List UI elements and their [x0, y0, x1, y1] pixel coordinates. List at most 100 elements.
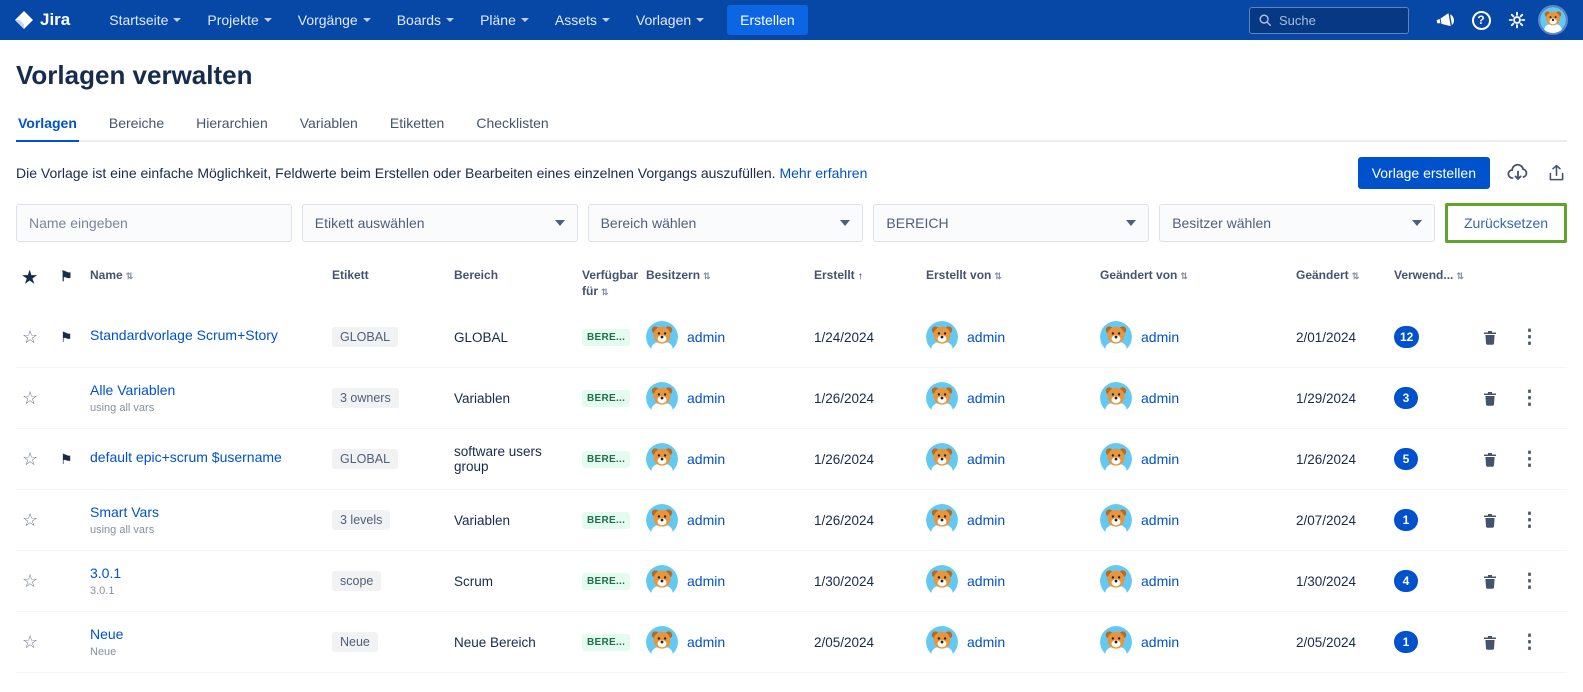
nav-item-vorgaenge[interactable]: Vorgänge — [287, 0, 382, 40]
usage-count-badge[interactable]: 3 — [1394, 387, 1418, 409]
create-issue-button[interactable]: Erstellen — [727, 5, 808, 35]
tab-etiketten[interactable]: Etiketten — [388, 109, 446, 142]
usage-count-badge[interactable]: 4 — [1394, 570, 1418, 592]
usage-count-badge[interactable]: 1 — [1394, 631, 1418, 653]
chevron-down-icon — [263, 18, 272, 22]
column-header-name[interactable]: Name ⇅ — [90, 267, 332, 283]
modifier-link[interactable]: admin — [1141, 573, 1179, 589]
column-header-erstellt[interactable]: Erstellt ↑ — [814, 267, 926, 284]
favorite-star-icon[interactable]: ☆ — [22, 571, 38, 591]
template-name-link[interactable]: Alle Variablen — [90, 382, 324, 398]
usage-count-badge[interactable]: 12 — [1394, 326, 1420, 348]
creator-link[interactable]: admin — [967, 451, 1005, 467]
help-button[interactable]: ? — [1465, 4, 1497, 36]
column-header-geaendert-von[interactable]: Geändert von ⇅ — [1100, 267, 1296, 283]
name-filter-input[interactable] — [16, 204, 292, 242]
nav-item-boards[interactable]: Boards — [386, 0, 465, 40]
more-actions-button[interactable]: ⋮ — [1520, 511, 1539, 530]
nav-item-plaene[interactable]: Pläne — [469, 0, 540, 40]
more-actions-button[interactable]: ⋮ — [1520, 328, 1539, 347]
learn-more-link[interactable]: Mehr erfahren — [779, 165, 867, 181]
modifier-link[interactable]: admin — [1141, 451, 1179, 467]
modifier-link[interactable]: admin — [1141, 512, 1179, 528]
creator-link[interactable]: admin — [967, 390, 1005, 406]
availability-badge: BERE... — [582, 573, 631, 590]
template-name-link[interactable]: 3.0.1 — [90, 565, 324, 581]
favorite-star-icon[interactable]: ☆ — [22, 632, 38, 652]
template-name-link[interactable]: default epic+scrum $username — [90, 449, 324, 465]
delete-button[interactable] — [1482, 390, 1498, 407]
export-templates-button[interactable] — [1546, 163, 1567, 184]
flag-icon[interactable]: ⚑ — [60, 329, 73, 345]
modifier-link[interactable]: admin — [1141, 390, 1179, 406]
usage-count-badge[interactable]: 1 — [1394, 509, 1418, 531]
column-header-erstellt-von[interactable]: Erstellt von ⇅ — [926, 267, 1100, 283]
modified-date: 2/05/2024 — [1296, 634, 1357, 650]
tab-variablen[interactable]: Variablen — [298, 109, 360, 142]
owner-avatar — [646, 382, 678, 414]
tab-vorlagen[interactable]: Vorlagen — [16, 109, 79, 142]
creator-link[interactable]: admin — [967, 634, 1005, 650]
favorite-star-icon[interactable]: ☆ — [22, 449, 38, 469]
delete-button[interactable] — [1482, 512, 1498, 529]
import-templates-button[interactable] — [1506, 161, 1530, 185]
delete-button[interactable] — [1482, 451, 1498, 468]
column-header-besitzern[interactable]: Besitzern ⇅ — [646, 267, 814, 283]
user-avatar-button[interactable] — [1537, 4, 1569, 36]
owner-filter-select[interactable]: Besitzer wählen — [1159, 204, 1435, 242]
more-actions-button[interactable]: ⋮ — [1520, 389, 1539, 408]
template-subtitle: 3.0.1 — [90, 585, 115, 597]
usage-count-badge[interactable]: 5 — [1394, 448, 1418, 470]
create-template-button[interactable]: Vorlage erstellen — [1357, 157, 1490, 189]
column-header-etikett[interactable]: Etikett — [332, 267, 454, 283]
creator-link[interactable]: admin — [967, 512, 1005, 528]
nav-item-startseite[interactable]: Startseite — [98, 0, 192, 40]
creator-link[interactable]: admin — [967, 573, 1005, 589]
settings-button[interactable] — [1501, 4, 1533, 36]
label-filter-select[interactable]: Etikett auswählen — [301, 204, 578, 242]
feedback-megaphone-button[interactable] — [1429, 4, 1461, 36]
delete-button[interactable] — [1482, 573, 1498, 590]
template-name-link[interactable]: Standardvorlage Scrum+Story — [90, 327, 324, 343]
column-header-geaendert[interactable]: Geändert ⇅ — [1296, 267, 1394, 283]
more-actions-button[interactable]: ⋮ — [1520, 572, 1539, 591]
owner-link[interactable]: admin — [687, 573, 725, 589]
tab-bereiche[interactable]: Bereiche — [107, 109, 166, 142]
search-input[interactable] — [1279, 12, 1389, 28]
nav-item-assets[interactable]: Assets — [544, 0, 621, 40]
owner-link[interactable]: admin — [687, 329, 725, 345]
nav-item-vorlagen[interactable]: Vorlagen — [625, 0, 715, 40]
scope-filter-select[interactable]: Bereich wählen — [587, 204, 864, 242]
delete-button[interactable] — [1482, 634, 1498, 651]
modifier-link[interactable]: admin — [1141, 634, 1179, 650]
favorite-star-icon[interactable]: ☆ — [22, 327, 38, 347]
modifier-link[interactable]: admin — [1141, 329, 1179, 345]
column-header-verfuegbar-fuer[interactable]: Verfügbar für ⇅ — [582, 267, 646, 299]
more-actions-button[interactable]: ⋮ — [1520, 633, 1539, 652]
owner-link[interactable]: admin — [687, 390, 725, 406]
template-name-link[interactable]: Smart Vars — [90, 504, 324, 520]
favorite-star-icon[interactable]: ☆ — [22, 510, 38, 530]
more-actions-button[interactable]: ⋮ — [1520, 450, 1539, 469]
template-name-link[interactable]: Neue — [90, 626, 324, 642]
favorite-star-icon[interactable]: ☆ — [22, 388, 38, 408]
tab-checklisten[interactable]: Checklisten — [474, 109, 550, 142]
nav-item-projekte[interactable]: Projekte — [196, 0, 282, 40]
owner-link[interactable]: admin — [687, 512, 725, 528]
column-header-verwendet[interactable]: Verwend... ⇅ — [1394, 267, 1482, 283]
reset-filters-button[interactable]: Zurücksetzen — [1447, 206, 1565, 240]
page-title: Vorlagen verwalten — [16, 60, 253, 90]
global-search[interactable] — [1249, 6, 1409, 34]
trash-icon — [1484, 391, 1496, 406]
bereich-filter-select[interactable]: BEREICH — [873, 204, 1150, 242]
flag-icon[interactable]: ⚑ — [60, 451, 73, 467]
column-header-bereich[interactable]: Bereich — [454, 267, 582, 283]
jira-logo[interactable]: Jira — [14, 10, 70, 30]
sort-icon: ⇅ — [1351, 271, 1360, 281]
owner-link[interactable]: admin — [687, 451, 725, 467]
delete-button[interactable] — [1482, 329, 1498, 346]
tab-hierarchien[interactable]: Hierarchien — [194, 109, 270, 142]
gear-icon — [1508, 11, 1526, 29]
owner-link[interactable]: admin — [687, 634, 725, 650]
creator-link[interactable]: admin — [967, 329, 1005, 345]
